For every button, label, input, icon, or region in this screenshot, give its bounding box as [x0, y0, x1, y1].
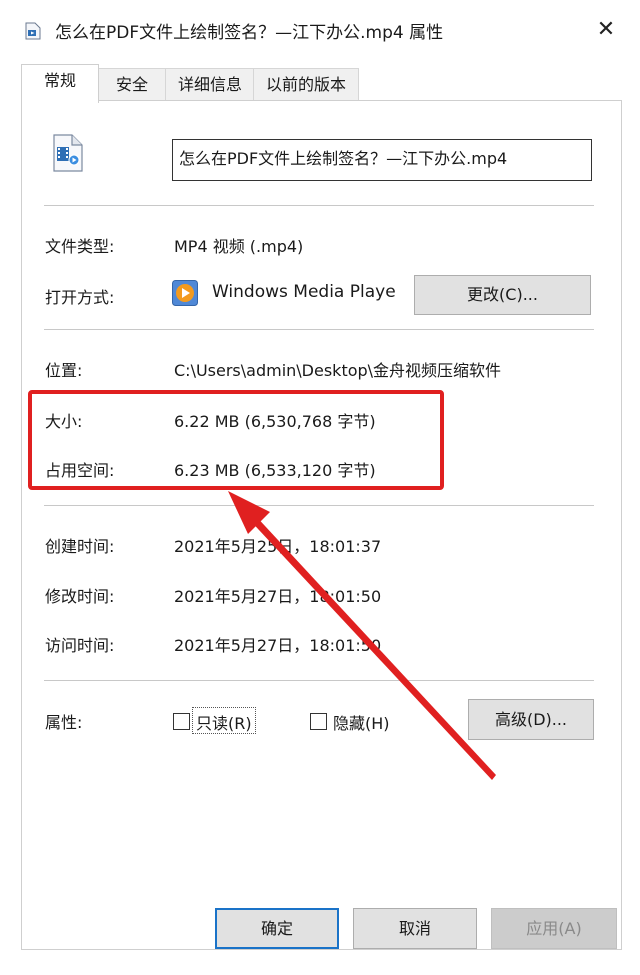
file-type-label: 文件类型:: [45, 237, 115, 256]
separator: [44, 205, 594, 206]
location-value: C:\Users\admin\Desktop\金舟视频压缩软件: [174, 361, 502, 380]
change-button[interactable]: 更改(C)...: [414, 275, 591, 315]
tab-previous-versions[interactable]: 以前的版本: [253, 68, 359, 101]
close-button[interactable]: ✕: [592, 16, 620, 44]
modified-label: 修改时间:: [45, 587, 115, 606]
location-label: 位置:: [45, 361, 83, 380]
file-type-value: MP4 视频 (.mp4): [174, 237, 304, 256]
modified-value: 2021年5月27日，18:01:50: [174, 587, 382, 606]
tab-security[interactable]: 安全: [97, 68, 167, 101]
separator: [44, 680, 594, 681]
accessed-value: 2021年5月27日，18:01:50: [174, 636, 382, 655]
readonly-label[interactable]: 只读(R): [196, 710, 252, 734]
created-label: 创建时间:: [45, 537, 115, 556]
cancel-button[interactable]: 取消: [353, 908, 477, 949]
separator: [44, 329, 594, 330]
created-value: 2021年5月25日，18:01:37: [174, 537, 382, 556]
window-title: 怎么在PDF文件上绘制签名？—江下办公.mp4 属性: [55, 23, 444, 43]
accessed-label: 访问时间:: [45, 636, 115, 655]
tab-details[interactable]: 详细信息: [165, 68, 255, 101]
hidden-checkbox[interactable]: [310, 713, 327, 730]
ok-button[interactable]: 确定: [215, 908, 339, 949]
tab-general[interactable]: 常规: [21, 64, 99, 103]
advanced-button[interactable]: 高级(D)...: [468, 699, 594, 740]
general-tab-pane: [21, 100, 622, 950]
windows-media-player-icon: [172, 280, 198, 306]
separator: [44, 505, 594, 506]
apply-button[interactable]: 应用(A): [491, 908, 617, 949]
readonly-checkbox[interactable]: [173, 713, 190, 730]
attributes-label: 属性:: [45, 713, 83, 732]
open-with-label: 打开方式:: [45, 288, 115, 307]
open-with-app-name: Windows Media Playe: [212, 282, 396, 302]
file-name-field[interactable]: 怎么在PDF文件上绘制签名？—江下办公.mp4: [172, 139, 592, 181]
mp4-file-icon: [50, 133, 86, 173]
highlight-box: [28, 390, 444, 490]
video-file-icon: [25, 22, 41, 40]
hidden-label[interactable]: 隐藏(H): [333, 710, 390, 734]
